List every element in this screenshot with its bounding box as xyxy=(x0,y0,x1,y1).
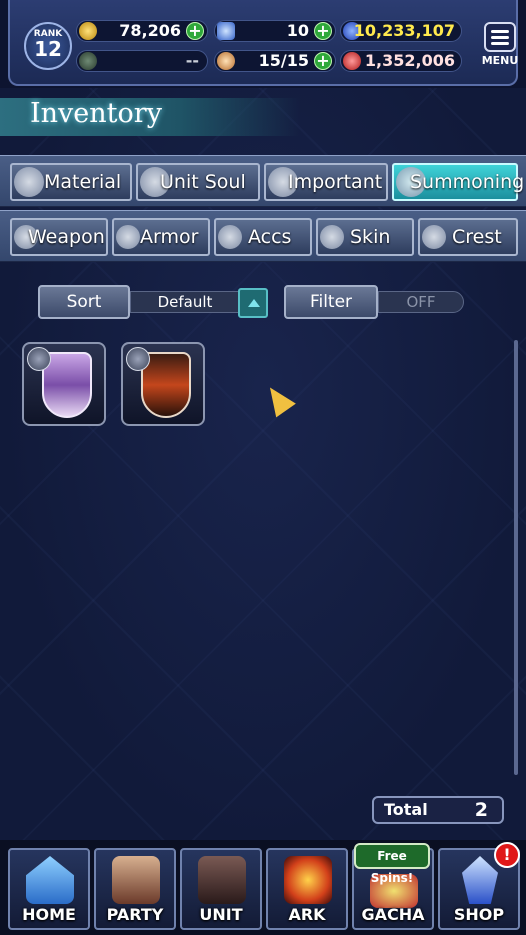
stamina-icon xyxy=(217,52,235,70)
rank-value: 12 xyxy=(34,37,62,61)
add-gold-button[interactable]: + xyxy=(186,22,204,40)
tab-accs[interactable]: Accs xyxy=(214,218,312,256)
tab-crest-label: Crest xyxy=(452,226,502,248)
stamina-counter: 15/15 + xyxy=(214,50,336,72)
bag-icon xyxy=(14,167,44,197)
tab-armor-label: Armor xyxy=(140,226,199,248)
crystal-shop-icon xyxy=(462,856,498,904)
party-icon xyxy=(112,856,160,904)
gold-value: 78,206 xyxy=(119,21,181,40)
nav-unit-label: UNIT xyxy=(199,905,243,924)
tab-material[interactable]: Material xyxy=(10,163,132,201)
tab-accs-label: Accs xyxy=(248,226,292,248)
lock-badge-icon xyxy=(126,347,150,371)
tab-material-label: Material xyxy=(44,171,122,193)
nav-shop-label: SHOP xyxy=(453,905,505,924)
shop-alert-badge: ! xyxy=(494,842,520,868)
crystal-value: 10 xyxy=(286,21,309,40)
total-label: Total xyxy=(384,800,428,819)
free-spins-badge[interactable]: Free Spins! xyxy=(354,843,430,885)
tab-skin-label: Skin xyxy=(350,226,391,248)
menu-button[interactable]: MENU xyxy=(480,22,520,74)
lock-badge-icon xyxy=(27,347,51,371)
stamina-value: 15/15 xyxy=(258,51,309,70)
hanger-icon xyxy=(320,225,344,249)
unknown-counter: -- xyxy=(76,50,208,72)
sort-order-toggle[interactable] xyxy=(238,288,268,318)
nav-party-label: PARTY xyxy=(106,905,164,924)
secondary-tab-bar: Weapon Armor Accs Skin Crest xyxy=(0,210,526,262)
red-gem-icon xyxy=(343,52,361,70)
nav-ark[interactable]: ARK xyxy=(266,848,348,930)
gold-coin-icon xyxy=(79,22,97,40)
scrollbar[interactable] xyxy=(514,340,518,775)
crystal-icon xyxy=(217,22,235,40)
total-value: 2 xyxy=(474,799,488,821)
gem-value: 10,233,107 xyxy=(353,21,455,40)
tab-unit-soul[interactable]: Unit Soul xyxy=(136,163,260,201)
nav-home[interactable]: HOME xyxy=(8,848,90,930)
add-crystal-button[interactable]: + xyxy=(314,22,332,40)
tab-important-label: Important xyxy=(288,171,383,193)
necklace-icon xyxy=(218,225,242,249)
tab-summoning[interactable]: Summoning xyxy=(392,163,524,201)
nav-ark-label: ARK xyxy=(288,905,326,924)
red-currency-value: 1,352,006 xyxy=(364,51,455,70)
red-currency-counter: 1,352,006 xyxy=(340,50,462,72)
bottom-navigation: HOME PARTY UNIT ARK GACHA SHOP xyxy=(0,840,526,935)
home-icon xyxy=(26,856,74,904)
triangle-up-icon xyxy=(248,299,260,307)
filter-value[interactable]: OFF xyxy=(378,291,464,313)
inventory-item[interactable] xyxy=(121,342,205,426)
page-title: Inventory xyxy=(30,98,162,129)
armor-icon xyxy=(116,225,140,249)
tab-important[interactable]: Important xyxy=(264,163,388,201)
tab-weapon[interactable]: Weapon xyxy=(10,218,108,256)
add-stamina-button[interactable]: + xyxy=(314,52,332,70)
tab-crest[interactable]: Crest xyxy=(418,218,518,256)
ark-phoenix-icon xyxy=(284,856,332,904)
tab-summoning-label: Summoning xyxy=(410,171,525,193)
nav-unit[interactable]: UNIT xyxy=(180,848,262,930)
nav-party[interactable]: PARTY xyxy=(94,848,176,930)
gold-counter: 78,206 + xyxy=(76,20,208,42)
crest-icon xyxy=(422,225,446,249)
total-counter: Total 2 xyxy=(372,796,504,824)
primary-tab-bar: Material Unit Soul Important Summoning xyxy=(0,155,526,207)
sort-button[interactable]: Sort xyxy=(38,285,130,319)
menu-label: MENU xyxy=(481,54,519,67)
unknown-value: -- xyxy=(185,51,199,70)
filter-button[interactable]: Filter xyxy=(284,285,378,319)
tab-skin[interactable]: Skin xyxy=(316,218,414,256)
rank-badge[interactable]: RANK 12 xyxy=(24,22,72,70)
crystal-counter: 10 + xyxy=(214,20,336,42)
leaf-icon xyxy=(79,52,97,70)
hamburger-icon xyxy=(484,22,516,52)
tab-unit-soul-label: Unit Soul xyxy=(160,171,246,193)
tab-armor[interactable]: Armor xyxy=(112,218,210,256)
nav-home-label: HOME xyxy=(22,905,76,924)
tab-weapon-label: Weapon xyxy=(28,226,105,248)
inventory-item[interactable] xyxy=(22,342,106,426)
unit-icon xyxy=(198,856,246,904)
gem-counter: 10,233,107 xyxy=(340,20,462,42)
nav-gacha-label: GACHA xyxy=(361,905,425,924)
top-resource-bar: RANK 12 78,206 + 10 + 10,233,107 -- 15/1… xyxy=(8,0,518,86)
sort-value[interactable]: Default xyxy=(130,291,240,313)
